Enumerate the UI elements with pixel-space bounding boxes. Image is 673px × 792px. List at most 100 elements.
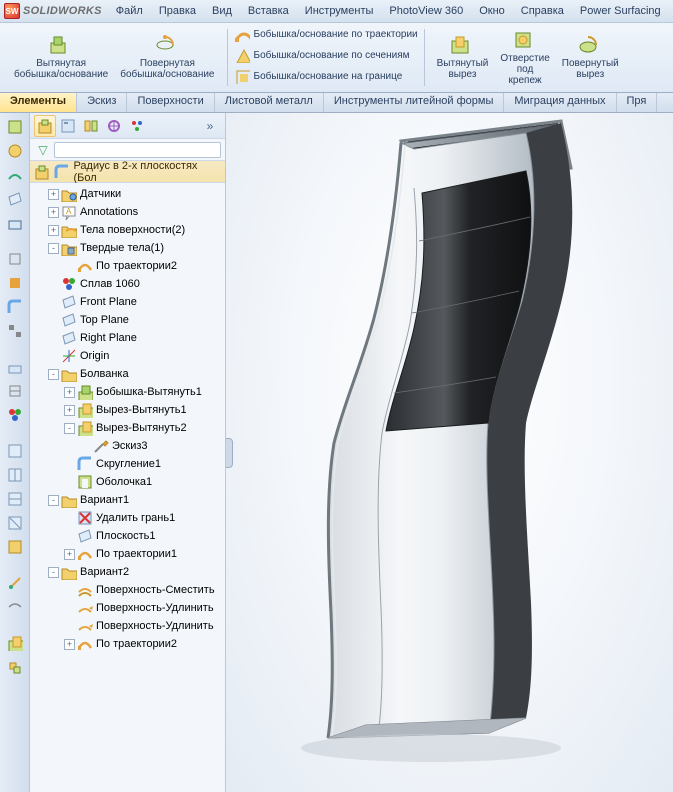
tree-toggle[interactable]: - <box>48 567 59 578</box>
panel-tab-4[interactable]: Инструменты литейной формы <box>324 93 505 112</box>
panel-tab-dim[interactable] <box>103 115 125 137</box>
side-icon-17[interactable] <box>5 537 25 557</box>
menu-вставка[interactable]: Вставка <box>240 2 297 20</box>
tree-node-19[interactable]: Плоскость1 <box>30 527 225 545</box>
panel-tab-5[interactable]: Миграция данных <box>504 93 616 112</box>
tree-node-0[interactable]: +Датчики <box>30 185 225 203</box>
tree-toggle <box>64 531 75 542</box>
ribbon-revcut-button[interactable]: Повернутыйвырез <box>556 33 625 82</box>
tree-node-2[interactable]: +Тела поверхности(2) <box>30 221 225 239</box>
tree-node-11[interactable]: +Бобышка-Вытянуть1 <box>30 383 225 401</box>
ribbon-extcut-button[interactable]: Вытянутыйвырез <box>431 33 495 82</box>
side-icon-11[interactable] <box>5 381 25 401</box>
tree-filter-input[interactable] <box>54 142 221 158</box>
menu-справка[interactable]: Справка <box>513 2 572 20</box>
side-icon-16[interactable] <box>5 513 25 533</box>
ribbon-extrude-button[interactable]: Вытянутаябобышка/основание <box>8 33 114 82</box>
tree-node-13[interactable]: -Вырез-Вытянуть2 <box>30 419 225 437</box>
tree-node-6[interactable]: Front Plane <box>30 293 225 311</box>
tree-root-title[interactable]: Радиус в 2-х плоскостях (Бол <box>30 161 225 183</box>
tree-node-12[interactable]: +Вырез-Вытянуть1 <box>30 401 225 419</box>
side-icon-12[interactable] <box>5 405 25 425</box>
tree-node-3[interactable]: -Твердые тела(1) <box>30 239 225 257</box>
panel-splitter-grip[interactable] <box>226 438 233 468</box>
side-icon-1[interactable] <box>5 117 25 137</box>
panel-tab-1[interactable]: Эскиз <box>77 93 127 112</box>
tree-node-15[interactable]: Скругление1 <box>30 455 225 473</box>
tree-toggle[interactable]: - <box>48 243 59 254</box>
side-icon-4[interactable] <box>5 189 25 209</box>
ribbon-loft-item[interactable]: Бобышка/основание по сечениям <box>230 46 422 64</box>
panel-tab-6[interactable]: Пря <box>617 93 658 112</box>
tree-toggle[interactable]: + <box>48 225 59 236</box>
tree-node-16[interactable]: Оболочка1 <box>30 473 225 491</box>
menu-вид[interactable]: Вид <box>204 2 240 20</box>
side-icon-14[interactable] <box>5 465 25 485</box>
extcut-icon <box>77 420 93 436</box>
tree-toggle[interactable]: + <box>64 387 75 398</box>
menu-power-surfacing[interactable]: Power Surfacing <box>572 2 669 20</box>
tree-node-9[interactable]: Origin <box>30 347 225 365</box>
tree-node-1[interactable]: +Annotations <box>30 203 225 221</box>
feature-tree[interactable]: +Датчики+Annotations+Тела поверхности(2)… <box>30 183 225 792</box>
tree-toggle[interactable]: - <box>64 423 75 434</box>
ribbon-boundary-item[interactable]: Бобышка/основание на границе <box>230 67 422 85</box>
ribbon-sweep-item[interactable]: Бобышка/основание по траектории <box>230 25 422 43</box>
panel-tab-2[interactable]: Поверхности <box>127 93 214 112</box>
tree-node-18[interactable]: Удалить грань1 <box>30 509 225 527</box>
tree-node-7[interactable]: Top Plane <box>30 311 225 329</box>
tree-node-4[interactable]: По траектории2 <box>30 257 225 275</box>
tree-node-14[interactable]: Эскиз3 <box>30 437 225 455</box>
side-icon-10[interactable] <box>5 357 25 377</box>
ribbon-revolve-button[interactable]: Повернутаябобышка/основание <box>114 33 220 82</box>
panel-expand-icon[interactable]: » <box>199 115 221 137</box>
side-icon-19[interactable] <box>5 597 25 617</box>
sweep-y-icon <box>77 546 93 562</box>
side-icon-7[interactable] <box>5 273 25 293</box>
tree-node-21[interactable]: -Вариант2 <box>30 563 225 581</box>
plane-icon <box>61 294 77 310</box>
side-icon-8[interactable] <box>5 297 25 317</box>
tree-node-25[interactable]: +По траектории2 <box>30 635 225 653</box>
menu-файл[interactable]: Файл <box>108 2 151 20</box>
tree-toggle[interactable]: + <box>64 639 75 650</box>
tree-toggle[interactable]: - <box>48 369 59 380</box>
side-icon-13[interactable] <box>5 441 25 461</box>
panel-tab-appearance[interactable] <box>126 115 148 137</box>
tree-toggle[interactable]: + <box>48 207 59 218</box>
menu-photoview-360[interactable]: PhotoView 360 <box>381 2 471 20</box>
tree-node-10[interactable]: -Болванка <box>30 365 225 383</box>
side-icon-9[interactable] <box>5 321 25 341</box>
side-icon-20[interactable] <box>5 633 25 653</box>
menu-окно[interactable]: Окно <box>471 2 513 20</box>
ribbon-hole-button[interactable]: Отверстиеподкрепеж <box>494 28 555 88</box>
tree-node-23[interactable]: Поверхность-Удлинить <box>30 599 225 617</box>
panel-tab-config[interactable] <box>80 115 102 137</box>
side-icon-18[interactable] <box>5 573 25 593</box>
surf-offset-icon <box>77 582 93 598</box>
tree-node-label: По траектории2 <box>96 260 177 272</box>
panel-tab-0[interactable]: Элементы <box>0 93 77 112</box>
tree-toggle[interactable]: + <box>64 405 75 416</box>
side-icon-6[interactable] <box>5 249 25 269</box>
side-icon-15[interactable] <box>5 489 25 509</box>
3d-viewport[interactable] <box>226 113 673 792</box>
tree-node-22[interactable]: Поверхность-Сместить <box>30 581 225 599</box>
tree-node-24[interactable]: Поверхность-Удлинить <box>30 617 225 635</box>
tree-toggle[interactable]: + <box>64 549 75 560</box>
side-icon-21[interactable] <box>5 657 25 677</box>
side-icon-3[interactable] <box>5 165 25 185</box>
tree-node-17[interactable]: -Вариант1 <box>30 491 225 509</box>
panel-tab-feature-tree[interactable] <box>34 115 56 137</box>
side-icon-2[interactable] <box>5 141 25 161</box>
tree-node-20[interactable]: +По траектории1 <box>30 545 225 563</box>
tree-node-8[interactable]: Right Plane <box>30 329 225 347</box>
menu-правка[interactable]: Правка <box>151 2 204 20</box>
tree-toggle[interactable]: + <box>48 189 59 200</box>
menu-инструменты[interactable]: Инструменты <box>297 2 382 20</box>
panel-tab-3[interactable]: Листовой металл <box>215 93 324 112</box>
panel-tab-property[interactable] <box>57 115 79 137</box>
side-icon-5[interactable] <box>5 213 25 233</box>
tree-toggle[interactable]: - <box>48 495 59 506</box>
tree-node-5[interactable]: Сплав 1060 <box>30 275 225 293</box>
